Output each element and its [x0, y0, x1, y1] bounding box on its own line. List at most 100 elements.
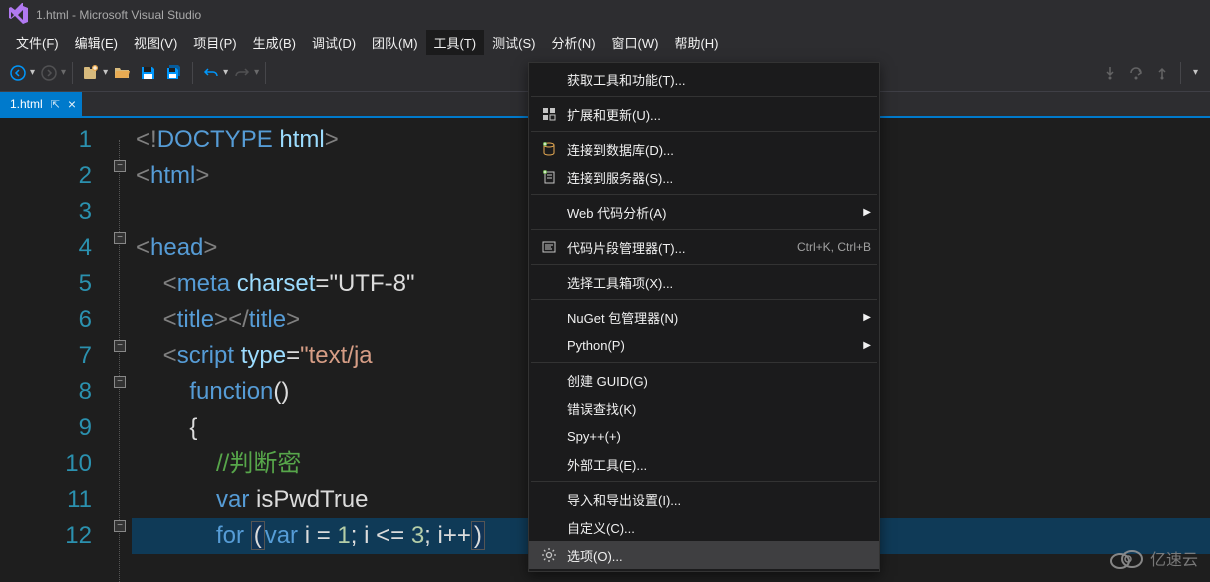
toolbar-separator	[265, 62, 266, 84]
fold-toggle[interactable]: −	[114, 520, 126, 532]
blank-icon	[537, 426, 561, 446]
nav-forward-button	[37, 61, 61, 85]
menu-separator	[531, 194, 877, 195]
tab-label: 1.html	[10, 97, 43, 111]
menu-item-label: 选项(O)...	[567, 546, 871, 565]
line-number: 10	[0, 446, 92, 482]
menu-separator	[531, 362, 877, 363]
save-all-button[interactable]	[162, 61, 186, 85]
submenu-arrow-icon: ▶	[863, 207, 871, 218]
menu-item-web 代码分析a[interactable]: Web 代码分析(A)▶	[529, 198, 879, 226]
menu-item-spy+++[interactable]: Spy++(+)	[529, 422, 879, 450]
toolbar-overflow[interactable]: ▾	[1193, 67, 1198, 78]
submenu-arrow-icon: ▶	[863, 312, 871, 323]
menu-视图[interactable]: 视图(V)	[126, 30, 185, 55]
line-number-gutter: 123456789101112	[0, 118, 110, 582]
tools-menu-dropdown: 获取工具和功能(T)... 扩展和更新(U)... 连接到数据库(D)... 连接到服…	[528, 62, 880, 572]
menu-生成[interactable]: 生成(B)	[245, 30, 304, 55]
watermark-text: 亿速云	[1150, 546, 1198, 570]
menu-团队[interactable]: 团队(M)	[364, 30, 426, 55]
fold-toggle[interactable]: −	[114, 340, 126, 352]
menu-item-扩展和更新u[interactable]: 扩展和更新(U)...	[529, 100, 879, 128]
nav-back-dropdown[interactable]: ▾	[30, 67, 35, 78]
menu-separator	[531, 229, 877, 230]
fold-toggle[interactable]: −	[114, 376, 126, 388]
blank-icon	[537, 489, 561, 509]
menu-item-label: 自定义(C)...	[567, 518, 871, 537]
step-into-button[interactable]	[1098, 61, 1122, 85]
menu-separator	[531, 264, 877, 265]
line-number: 8	[0, 374, 92, 410]
step-out-button[interactable]	[1150, 61, 1174, 85]
menu-item-连接到服务器s[interactable]: 连接到服务器(S)...	[529, 163, 879, 191]
menu-测试[interactable]: 测试(S)	[484, 30, 543, 55]
submenu-arrow-icon: ▶	[863, 340, 871, 351]
menu-调试[interactable]: 调试(D)	[304, 30, 364, 55]
menu-item-label: Python(P)	[567, 338, 855, 353]
menu-item-导入和导出设置i[interactable]: 导入和导出设置(I)...	[529, 485, 879, 513]
menu-帮助[interactable]: 帮助(H)	[666, 30, 726, 55]
save-button[interactable]	[136, 61, 160, 85]
menu-item-选项o[interactable]: 选项(O)...	[529, 541, 879, 569]
menu-item-label: 选择工具箱项(X)...	[567, 273, 871, 292]
line-number: 1	[0, 122, 92, 158]
open-file-button[interactable]	[110, 61, 134, 85]
menu-item-获取工具和功能t[interactable]: 获取工具和功能(T)...	[529, 65, 879, 93]
menu-item-label: 获取工具和功能(T)...	[567, 70, 871, 89]
undo-dropdown[interactable]: ▾	[223, 67, 228, 78]
blank-icon	[537, 335, 561, 355]
line-number: 4	[0, 230, 92, 266]
menu-编辑[interactable]: 编辑(E)	[67, 30, 126, 55]
blank-icon	[537, 307, 561, 327]
menu-separator	[531, 299, 877, 300]
gear-icon	[537, 545, 561, 565]
menu-separator	[531, 131, 877, 132]
menu-item-label: NuGet 包管理器(N)	[567, 308, 855, 327]
menu-item-错误查找k[interactable]: 错误查找(K)	[529, 394, 879, 422]
cloud-icon	[1108, 546, 1144, 570]
menu-separator	[531, 481, 877, 482]
server-icon	[537, 167, 561, 187]
new-project-button[interactable]	[79, 61, 103, 85]
menu-窗口[interactable]: 窗口(W)	[604, 30, 667, 55]
menu-item-nuget 包管理器n[interactable]: NuGet 包管理器(N) ▶	[529, 303, 879, 331]
line-number: 3	[0, 194, 92, 230]
blank-icon	[537, 517, 561, 537]
menu-item-连接到数据库d[interactable]: 连接到数据库(D)...	[529, 135, 879, 163]
menu-文件[interactable]: 文件(F)	[8, 30, 67, 55]
menu-项目[interactable]: 项目(P)	[185, 30, 244, 55]
snippet-icon	[537, 237, 561, 257]
close-icon[interactable]: ×	[68, 96, 76, 112]
menu-item-选择工具箱项x[interactable]: 选择工具箱项(X)...	[529, 268, 879, 296]
line-number: 7	[0, 338, 92, 374]
menu-item-外部工具e[interactable]: 外部工具(E)...	[529, 450, 879, 478]
menu-separator	[531, 96, 877, 97]
step-over-button[interactable]	[1124, 61, 1148, 85]
toolbar-separator	[192, 62, 193, 84]
menu-item-label: 外部工具(E)...	[567, 455, 871, 474]
title-bar: 1.html - Microsoft Visual Studio	[0, 0, 1210, 30]
line-number: 12	[0, 518, 92, 554]
menu-item-label: 连接到服务器(S)...	[567, 168, 871, 187]
nav-back-button[interactable]	[6, 61, 30, 85]
blank-icon	[537, 69, 561, 89]
pin-icon[interactable]: ⇱	[51, 98, 60, 111]
toolbar-separator	[72, 62, 73, 84]
menu-bar: 文件(F)编辑(E)视图(V)项目(P)生成(B)调试(D)团队(M)工具(T)…	[0, 30, 1210, 54]
menu-分析[interactable]: 分析(N)	[543, 30, 603, 55]
extensions-icon	[537, 104, 561, 124]
tab-1-html[interactable]: 1.html ⇱ ×	[0, 92, 82, 116]
menu-工具[interactable]: 工具(T)	[426, 30, 485, 55]
blank-icon	[537, 398, 561, 418]
fold-toggle[interactable]: −	[114, 232, 126, 244]
new-project-dropdown[interactable]: ▾	[103, 67, 108, 78]
fold-toggle[interactable]: −	[114, 160, 126, 172]
menu-item-代码片段管理器t[interactable]: 代码片段管理器(T)...Ctrl+K, Ctrl+B	[529, 233, 879, 261]
menu-item-创建 guidg[interactable]: 创建 GUID(G)	[529, 366, 879, 394]
blank-icon	[537, 202, 561, 222]
line-number: 5	[0, 266, 92, 302]
undo-button[interactable]	[199, 61, 223, 85]
menu-item-pythonp[interactable]: Python(P) ▶	[529, 331, 879, 359]
menu-item-自定义c[interactable]: 自定义(C)...	[529, 513, 879, 541]
fold-column[interactable]: − − − − −	[110, 118, 132, 582]
